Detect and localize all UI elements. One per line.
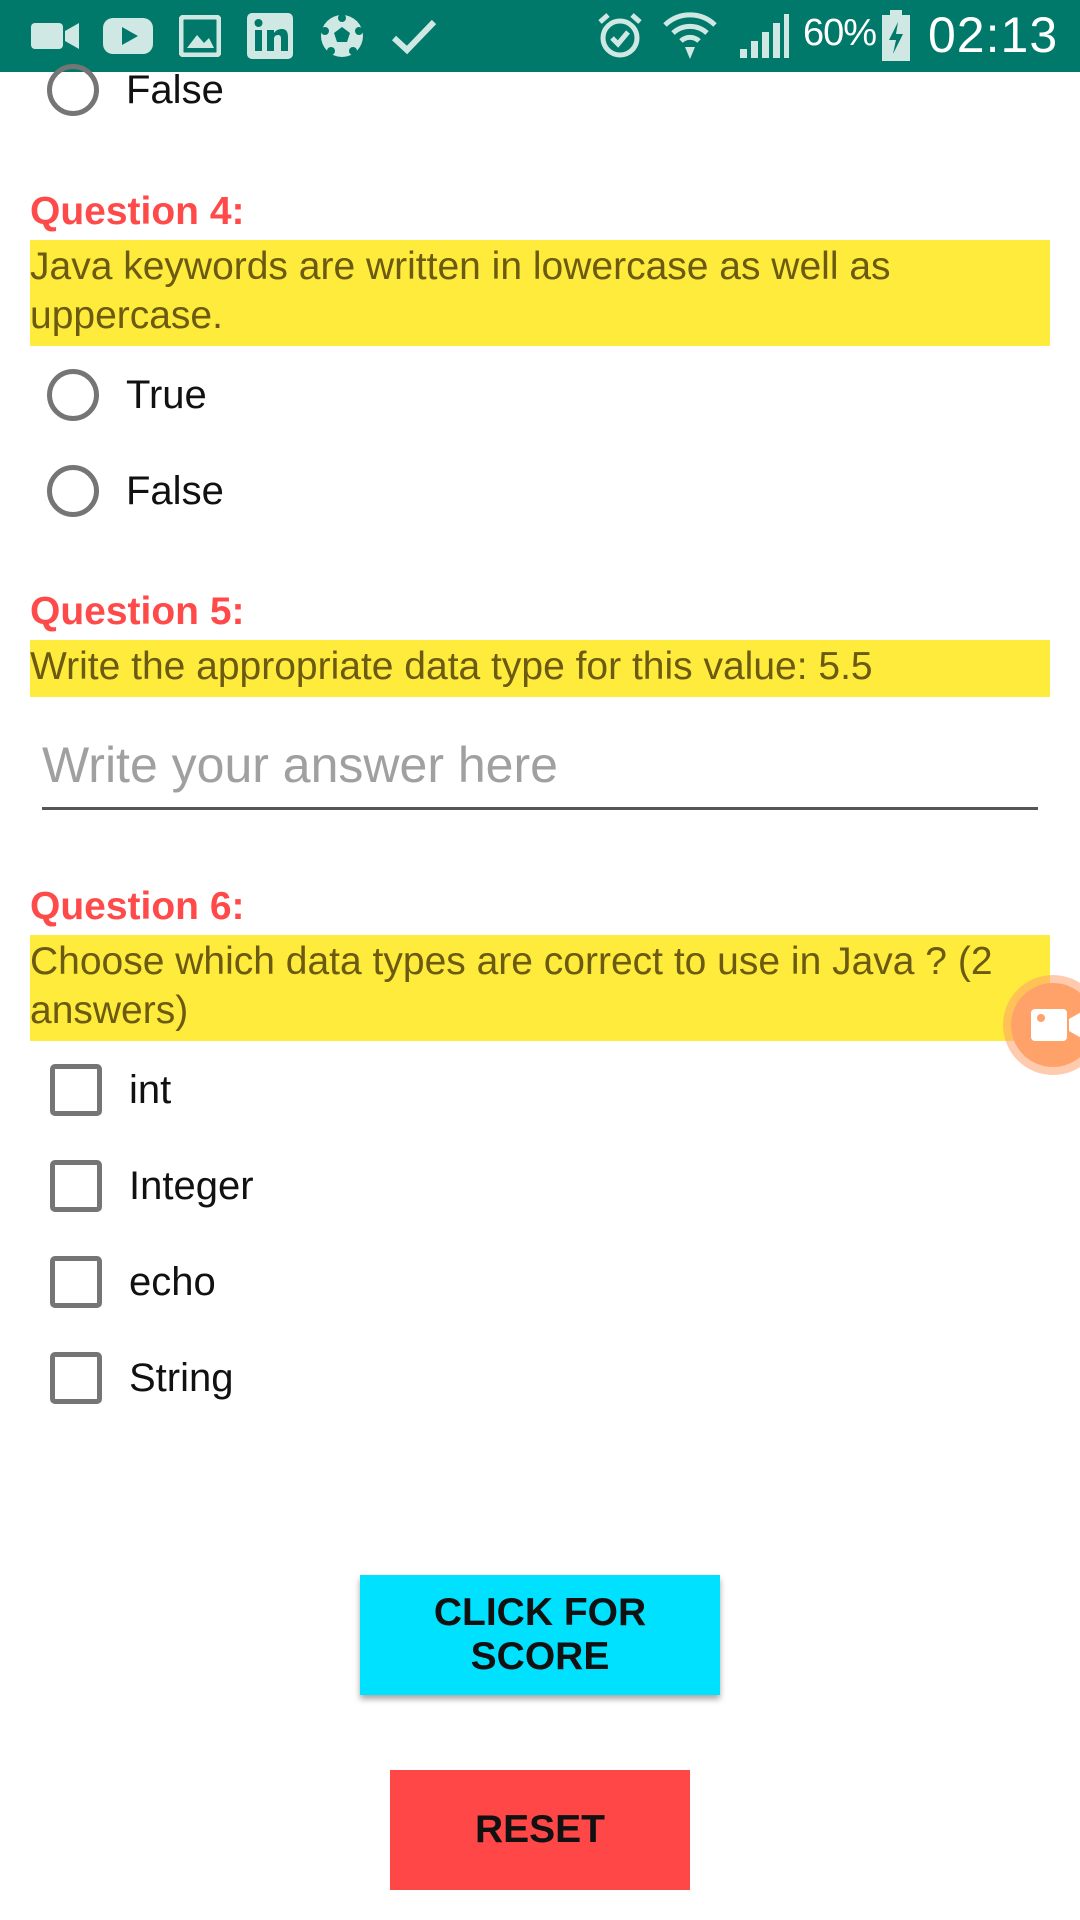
q6-option-integer[interactable]: Integer — [47, 1151, 254, 1221]
q6-option-int[interactable]: int — [47, 1055, 171, 1125]
option-label: String — [129, 1355, 234, 1400]
alarm-icon — [592, 0, 648, 72]
checkbox[interactable] — [50, 1160, 102, 1212]
q4-option-false[interactable]: False — [47, 456, 224, 526]
cell-signal-icon — [734, 0, 794, 72]
question-6-title: Question 6: — [30, 885, 245, 928]
option-label: False — [126, 67, 224, 112]
question-4-title: Question 4: — [30, 190, 245, 233]
question-4-text: Java keywords are written in lowercase a… — [30, 240, 1050, 346]
option-label: True — [126, 372, 207, 417]
q3-option-false[interactable]: False — [47, 55, 224, 125]
check-icon — [386, 0, 442, 72]
q6-option-string[interactable]: String — [47, 1343, 234, 1413]
reset-button[interactable]: RESET — [390, 1770, 690, 1890]
answer-input[interactable] — [42, 722, 1038, 810]
question-6-text: Choose which data types are correct to u… — [30, 935, 1050, 1041]
battery-percentage: 60% — [803, 12, 877, 54]
question-5-text: Write the appropriate data type for this… — [30, 640, 1050, 697]
soccer-ball-icon — [314, 0, 370, 72]
radio-button[interactable] — [47, 465, 99, 517]
q6-option-echo[interactable]: echo — [47, 1247, 216, 1317]
checkbox[interactable] — [50, 1064, 102, 1116]
wifi-icon — [662, 0, 718, 72]
click-for-score-button[interactable]: CLICK FOR SCORE — [360, 1575, 720, 1695]
linkedin-icon — [242, 0, 298, 72]
option-label: Integer — [129, 1163, 254, 1208]
checkbox[interactable] — [50, 1256, 102, 1308]
question-5-title: Question 5: — [30, 590, 245, 633]
battery-charging-icon — [876, 0, 916, 72]
radio-button[interactable] — [47, 369, 99, 421]
option-label: int — [129, 1067, 172, 1112]
clock: 02:13 — [928, 7, 1059, 63]
checkbox[interactable] — [50, 1352, 102, 1404]
app-screen: 60% 02:13 False Question 4: Java keyword… — [0, 0, 1080, 1920]
screen-recorder-icon — [1011, 983, 1080, 1067]
radio-button[interactable] — [47, 64, 99, 116]
option-label: echo — [129, 1259, 216, 1304]
q4-option-true[interactable]: True — [47, 360, 207, 430]
option-label: False — [126, 468, 224, 513]
